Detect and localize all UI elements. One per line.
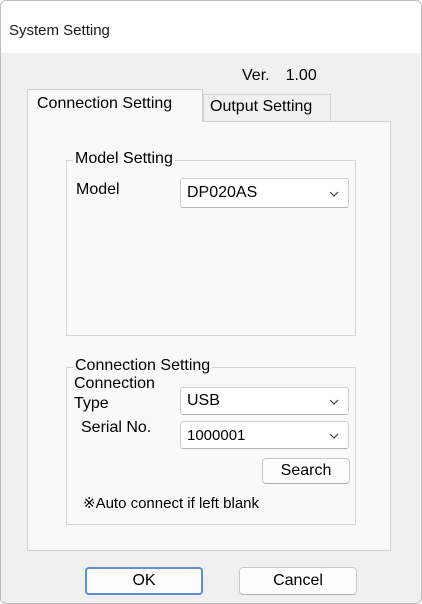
chevron-down-icon: [329, 433, 339, 439]
version-label: Ver.: [242, 67, 270, 84]
tab-connection-setting[interactable]: Connection Setting: [27, 89, 203, 122]
window-title: System Setting: [9, 22, 110, 39]
tab-label: Connection Setting: [37, 95, 173, 112]
group-legend-model-setting: Model Setting: [73, 150, 175, 168]
connection-type-dropdown[interactable]: USB: [180, 387, 349, 415]
chevron-down-icon: [329, 399, 339, 405]
group-legend-connection-setting: Connection Setting: [73, 357, 213, 375]
system-setting-dialog: System Setting Ver. 1.00 Connection Setti…: [0, 0, 422, 604]
model-dropdown[interactable]: DP020AS: [180, 178, 349, 208]
ok-button[interactable]: OK: [85, 567, 203, 595]
connection-type-value: USB: [187, 392, 220, 409]
cancel-button[interactable]: Cancel: [239, 567, 357, 595]
version-number: 1.00: [285, 67, 317, 84]
chevron-down-icon: [329, 191, 339, 197]
search-button[interactable]: Search: [262, 458, 350, 484]
connection-type-label-line1: Connection: [74, 375, 155, 392]
auto-connect-note: ※Auto connect if left blank: [83, 495, 260, 512]
version-info: Ver. 1.00: [242, 67, 317, 85]
tab-panel-connection-setting: Model Setting Model DP020AS Connection S…: [27, 121, 391, 551]
tab-label: Output Setting: [210, 98, 313, 115]
serial-no-label: Serial No.: [81, 419, 152, 436]
tab-output-setting[interactable]: Output Setting: [203, 94, 331, 122]
title-bar: System Setting: [1, 1, 421, 53]
serial-no-dropdown[interactable]: 1000001: [180, 421, 349, 449]
model-value: DP020AS: [187, 184, 258, 201]
connection-type-label-line2: Type: [74, 395, 109, 412]
serial-no-value: 1000001: [187, 427, 246, 444]
model-label: Model: [76, 181, 120, 198]
connection-setting-group: Connection Setting Connection Type USB S…: [66, 357, 356, 525]
model-setting-group: Model Setting Model DP020AS: [66, 150, 356, 336]
